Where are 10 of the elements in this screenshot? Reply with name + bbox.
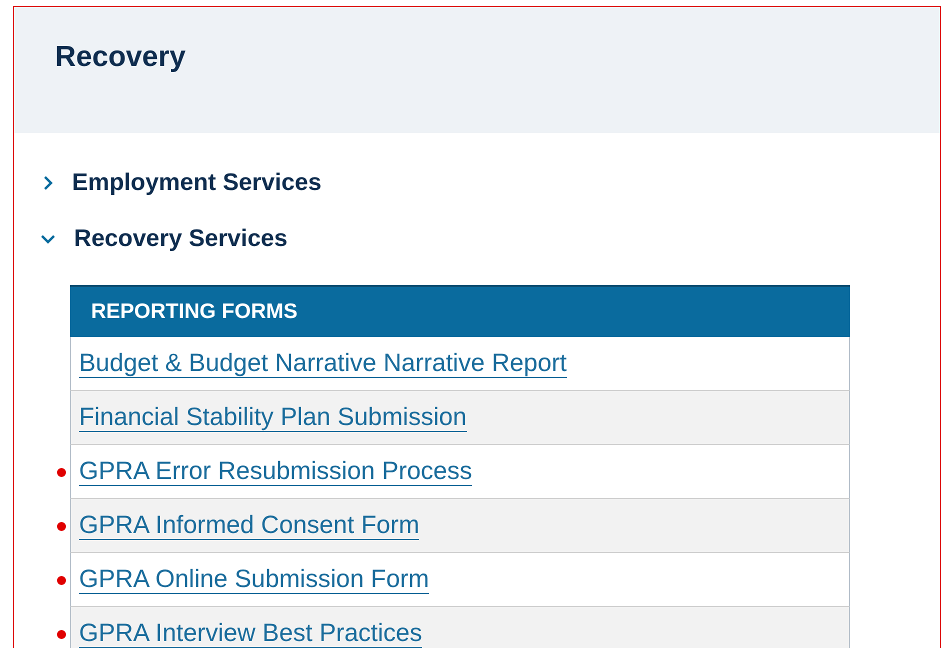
form-link[interactable]: GPRA Informed Consent Form — [79, 511, 420, 540]
accordion-toggle[interactable]: Employment Services — [40, 155, 322, 211]
form-link[interactable]: GPRA Interview Best Practices — [79, 619, 422, 648]
form-link[interactable]: Budget & Budget Narrative Narrative Report — [79, 349, 567, 378]
form-link[interactable]: Financial Stability Plan Submission — [79, 403, 467, 432]
form-link[interactable]: GPRA Online Submission Form — [79, 565, 430, 594]
accordion-toggle[interactable]: Recovery Services — [40, 211, 288, 267]
page-title: Recovery — [55, 40, 186, 74]
table-heading: REPORTING FORMS — [91, 300, 298, 324]
form-link[interactable]: GPRA Error Resubmission Process — [79, 457, 472, 486]
